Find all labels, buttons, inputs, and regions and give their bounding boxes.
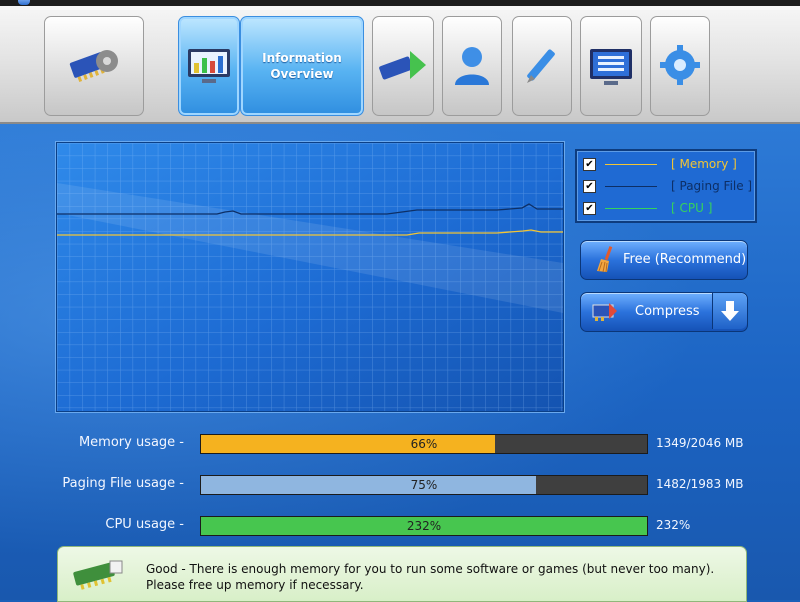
tool-user-button[interactable] (442, 16, 502, 116)
free-button-label: Free (Recommend) (623, 252, 747, 267)
cpu-usage-bar: 232% (200, 516, 648, 536)
memory-swatch (605, 164, 657, 165)
free-memory-button[interactable]: Free (Recommend) (580, 240, 748, 280)
tool-settings-button[interactable] (650, 16, 710, 116)
tab-title: Information Overview (262, 51, 342, 81)
legend-label-memory: [ Memory ] (671, 157, 737, 171)
legend-item-paging-file[interactable]: ✔ [ Paging File ] (583, 177, 753, 195)
memory-status-icon (73, 560, 123, 590)
tool-memory-test-button[interactable] (372, 16, 434, 116)
memory-chip-gear-icon (69, 50, 118, 83)
gear-refresh-icon (660, 45, 700, 85)
paging-file-usage-bar: 75% (200, 475, 648, 495)
tool-pen-button[interactable] (512, 16, 572, 116)
paging-file-usage-percent: 75% (410, 478, 438, 492)
legend-label-paging-file: [ Paging File ] (671, 179, 753, 193)
memory-chip-arrow-icon (379, 51, 426, 80)
tool-memory-optimizer-button[interactable] (44, 16, 144, 116)
broom-icon (597, 246, 613, 273)
tab-information-overview[interactable]: Information Overview (240, 16, 364, 116)
compress-button-label: Compress (635, 304, 700, 319)
monitor-list-icon (590, 49, 632, 85)
pen-icon (527, 49, 555, 83)
user-icon (455, 47, 489, 85)
usage-graph (56, 142, 564, 412)
status-message: Good - There is enough memory for you to… (146, 562, 715, 592)
arrow-down-icon (721, 301, 739, 321)
cpu-swatch (605, 208, 657, 209)
legend-label-cpu: [ CPU ] (671, 201, 713, 215)
paging-file-checkbox[interactable]: ✔ (583, 180, 596, 193)
paging-file-swatch (605, 186, 657, 187)
graph-legend: ✔ [ Memory ] ✔ [ Paging File ] ✔ [ CPU ] (575, 149, 757, 223)
tool-monitor-button[interactable] (178, 16, 240, 116)
legend-item-cpu[interactable]: ✔ [ CPU ] (583, 199, 751, 217)
compress-button[interactable]: Compress (580, 292, 748, 332)
memory-usage-percent: 66% (410, 437, 438, 451)
compress-dropdown-button[interactable] (712, 293, 747, 329)
paging-file-usage-value: 1482/1983 MB (656, 477, 744, 491)
tool-monitor-list-button[interactable] (580, 16, 642, 116)
cpu-usage-percent: 232% (406, 519, 442, 533)
cpu-usage-label: CPU usage - (105, 517, 184, 532)
chart-monitor-icon (188, 49, 230, 83)
cpu-usage-value: 232% (656, 518, 691, 532)
memory-checkbox[interactable]: ✔ (583, 158, 596, 171)
memory-usage-label: Memory usage - (78, 435, 184, 450)
paging-file-usage-label: Paging File usage - (62, 476, 184, 491)
toolbar: Information Overview (0, 6, 800, 124)
app-icon (18, 0, 30, 5)
status-message-box: Good - There is enough memory for you to… (57, 546, 747, 602)
compress-icon (592, 303, 617, 321)
memory-usage-value: 1349/2046 MB (656, 436, 744, 450)
cpu-checkbox[interactable]: ✔ (583, 202, 596, 215)
memory-usage-bar: 66% (200, 434, 648, 454)
legend-item-memory[interactable]: ✔ [ Memory ] (583, 155, 751, 173)
main-panel: ✔ [ Memory ] ✔ [ Paging File ] ✔ [ CPU ]… (0, 124, 800, 602)
